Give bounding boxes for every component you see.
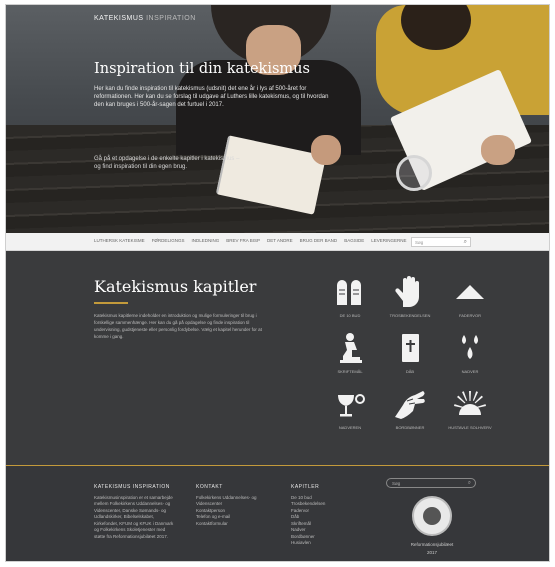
nav-item[interactable]: BRUG DER BAND	[300, 238, 338, 243]
chapter-tile-skriftemaal[interactable]: SKRIFTEMÅL	[320, 331, 380, 374]
chapter-tile-fadervor[interactable]: FADERVOR	[440, 275, 500, 318]
hero-photo-hand	[311, 135, 341, 165]
chapter-label: NADVEREN	[338, 425, 362, 430]
chapter-label: DE 10 BUD	[339, 313, 361, 318]
brand-light: INSPIRATION	[146, 15, 196, 22]
hero-banner: KATEKISMUS INSPIRATION Inspiration til d…	[6, 5, 549, 233]
chapter-label: DÅB	[405, 369, 415, 374]
search-icon[interactable]: ⌕	[468, 480, 471, 487]
drops-icon	[462, 335, 478, 359]
nav-search-input[interactable]: Søg ⌕	[411, 237, 471, 247]
main-nav: LUTHERSK KATEKISME FØRDELIGNGS INDLEDNIN…	[6, 233, 549, 251]
footer-col-title: KONTAKT	[196, 484, 223, 490]
chapter-tile-trosbekendelsen[interactable]: TROSBEKENDELSEN	[380, 275, 440, 318]
nav-item[interactable]: BAGSIDE	[344, 238, 364, 243]
chapter-label: BORDBØNNER	[395, 425, 425, 430]
footer-col-title: KATEKISMUS INSPIRATION	[94, 484, 170, 490]
footer-text: støtte fra Reformationsjubilæet 2017.	[94, 533, 169, 539]
hand-icon	[395, 276, 419, 307]
chapter-label: HUSTAVLE SOLHVERV	[448, 425, 492, 430]
seal-caption: Reformationsjubilæet 2017	[400, 541, 464, 557]
nav-item[interactable]: LUTHERSK KATEKISME	[94, 238, 145, 243]
chapter-label: TROSBEKENDELSEN	[389, 313, 431, 318]
hero-intro-2: Gå på et opdagelse i de enkelte kapitler…	[94, 156, 240, 170]
chapter-tile-daab[interactable]: DÅB	[380, 331, 440, 374]
footer-col-about: KATEKISMUS INSPIRATION Katekismusinspira…	[94, 484, 184, 540]
section-intro: Katekismus kapitlerne indeholder en intr…	[94, 313, 262, 339]
nav-item[interactable]: LEVERINGERNE	[371, 238, 406, 243]
footer-link[interactable]: Kontaktformular	[196, 521, 276, 528]
chapter-label: NADVER	[461, 369, 479, 374]
nav-item[interactable]: DET ANDRE	[267, 238, 293, 243]
hero-photo-hand	[481, 135, 515, 165]
hero-intro: Her kan du finde inspiration til katekis…	[94, 86, 329, 108]
chapter-tile-de-10-bud[interactable]: DE 10 BUD	[320, 275, 380, 318]
sunrise-icon	[454, 391, 486, 415]
footer-col-chapters: KAPITLER De 10 bud Trosbekendelsen Fader…	[291, 484, 361, 547]
seal-caption-name: Reformationsjubilæet	[410, 542, 454, 547]
chapter-label: SKRIFTEMÅL	[337, 369, 363, 374]
search-icon[interactable]: ⌕	[464, 239, 467, 246]
hero-photo-cup	[396, 155, 432, 191]
kneeling-icon	[340, 333, 362, 363]
brand-bold: KATEKISMUS	[94, 15, 144, 22]
bible-icon	[402, 334, 419, 362]
title-divider	[94, 302, 128, 304]
page-frame: KATEKISMUS INSPIRATION Inspiration til d…	[5, 4, 550, 562]
nav-item[interactable]: BREV FRA BISP	[226, 238, 260, 243]
chapter-tile-hustavle[interactable]: HUSTAVLE SOLHVERV	[440, 387, 500, 430]
footer-search-placeholder: Søg	[392, 481, 401, 486]
footer-col-contact: KONTAKT Folkekirkens Uddannelses- og Vid…	[196, 484, 276, 527]
footer-col-title: KAPITLER	[291, 484, 320, 490]
seal-caption-year: 2017	[426, 550, 437, 555]
triangle-icon	[456, 285, 484, 299]
chapter-tile-nadveren[interactable]: NADVEREN	[320, 387, 380, 430]
nav-item[interactable]: FØRDELIGNGS	[152, 238, 185, 243]
chapter-label: FADERVOR	[459, 313, 481, 318]
footer-link[interactable]: Husiavlen	[291, 540, 361, 547]
blessing-hand-icon	[395, 391, 425, 419]
chalice-icon	[338, 394, 365, 417]
reformation-seal-logo	[412, 496, 452, 536]
tablets-icon	[337, 280, 361, 305]
chapter-tile-bordbonner[interactable]: BORDBØNNER	[380, 387, 440, 430]
chapter-tile-nadver[interactable]: NADVER	[440, 331, 500, 374]
nav-item[interactable]: INDLEDNING	[191, 238, 219, 243]
footer-search-input[interactable]: Søg ⌕	[386, 478, 476, 488]
site-logo[interactable]: KATEKISMUS INSPIRATION	[94, 15, 196, 22]
hero-title: Inspiration til din katekismus	[94, 61, 310, 77]
nav-search-placeholder: Søg	[415, 240, 424, 245]
seal-emblem	[423, 507, 441, 525]
footer: KATEKISMUS INSPIRATION Katekismusinspira…	[6, 466, 549, 561]
section-title: Katekismus kapitler	[94, 277, 257, 296]
